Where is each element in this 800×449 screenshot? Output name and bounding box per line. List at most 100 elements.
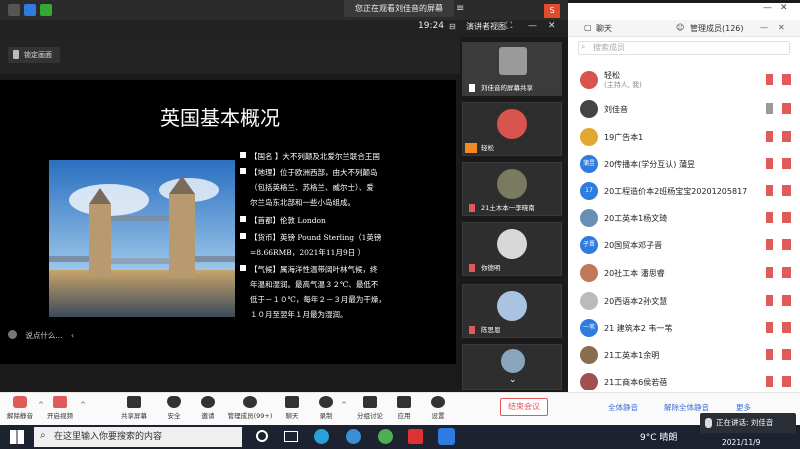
camera-off-icon bbox=[53, 396, 67, 408]
mic-muted-icon[interactable] bbox=[766, 158, 773, 169]
wps-icon[interactable] bbox=[408, 429, 423, 444]
tab-chat[interactable]: 聊天 bbox=[596, 23, 612, 34]
camera-off-icon[interactable] bbox=[782, 158, 791, 169]
member-row[interactable]: 轻松 (主持人, 我) bbox=[568, 68, 800, 92]
mute-all-button[interactable]: 全体静音 bbox=[608, 402, 638, 413]
lock-view-button[interactable]: 锁定画面 bbox=[8, 47, 60, 63]
close-icon[interactable]: ✕ bbox=[780, 3, 788, 13]
edge-icon[interactable] bbox=[314, 429, 329, 444]
camera-off-icon[interactable] bbox=[782, 212, 791, 223]
camera-off-icon[interactable] bbox=[782, 376, 791, 387]
member-row[interactable]: 21工英本1余明 bbox=[568, 343, 800, 367]
weather-widget[interactable]: 9°C 晴朗 bbox=[640, 430, 677, 443]
mic-muted-icon[interactable] bbox=[766, 239, 773, 250]
sogou-icon[interactable]: S bbox=[544, 4, 560, 18]
member-name: 20传播本(学分互认) 蒲昱 bbox=[604, 160, 695, 169]
camera-off-icon[interactable] bbox=[782, 267, 791, 278]
video-thumbnail[interactable]: 轻松 bbox=[462, 102, 562, 156]
mic-muted-icon[interactable] bbox=[766, 74, 773, 85]
mic-muted-icon[interactable] bbox=[766, 185, 773, 196]
slide-bullet-capital: 【首都】伦敦 London bbox=[240, 213, 408, 228]
close-icon[interactable]: ✕ bbox=[548, 21, 556, 31]
shield-icon[interactable] bbox=[24, 4, 36, 16]
unmute-all-button[interactable]: 解除全体静音 bbox=[664, 402, 709, 413]
mic-muted-icon bbox=[469, 264, 475, 272]
close-icon[interactable]: ✕ bbox=[778, 23, 785, 32]
widgets-icon[interactable] bbox=[284, 431, 298, 442]
video-thumbnail[interactable]: ⌄ bbox=[462, 344, 562, 390]
end-meeting-button[interactable]: 结束会议 bbox=[500, 398, 548, 416]
chevron-up-icon[interactable]: ^ bbox=[80, 401, 86, 409]
video-thumbnail[interactable]: 21土木本一李晓南 bbox=[462, 162, 562, 216]
tencent-meeting-icon[interactable] bbox=[438, 428, 455, 445]
tab-members[interactable]: 管理成员(126) bbox=[690, 23, 744, 34]
camera-off-icon[interactable] bbox=[782, 322, 791, 333]
thumbnail-label: 21土木本一李晓南 bbox=[481, 204, 535, 212]
member-search-input[interactable]: 搜索成员 bbox=[578, 41, 790, 55]
browser-icon[interactable] bbox=[346, 429, 361, 444]
camera-off-icon[interactable] bbox=[782, 131, 791, 142]
fullscreen-icon[interactable]: ⛶ bbox=[506, 21, 512, 31]
camera-off-icon[interactable] bbox=[782, 74, 791, 85]
mic-muted-icon[interactable] bbox=[766, 212, 773, 223]
settings-button[interactable]: 设置 bbox=[418, 394, 458, 422]
member-row[interactable]: 刘佳音 bbox=[568, 97, 800, 121]
start-video-button[interactable]: 开启视频 bbox=[40, 394, 80, 422]
member-name: 20社工本 潘思睿 bbox=[604, 269, 665, 278]
mic-muted-icon[interactable] bbox=[766, 376, 773, 387]
minimize-icon[interactable]: — bbox=[763, 3, 772, 13]
chat-quick-input[interactable]: 说点什么... ‹ bbox=[8, 330, 98, 344]
video-thumbnail[interactable]: 你德明 bbox=[462, 222, 562, 276]
emoji-icon[interactable] bbox=[8, 330, 17, 339]
unmute-button[interactable]: 解除静音 bbox=[0, 394, 40, 422]
member-row[interactable]: 21工商本6侯若蓓 bbox=[568, 370, 800, 390]
windows-start-icon[interactable] bbox=[10, 430, 24, 444]
thumbnail-label: 你德明 bbox=[481, 264, 501, 272]
record-button[interactable]: 录制 bbox=[306, 394, 346, 422]
member-name: 20工英本1杨文琦 bbox=[604, 214, 668, 223]
member-row[interactable]: 一苇 21 建筑本2 韦一苇 bbox=[568, 316, 800, 340]
layout-icon[interactable]: ⊟ bbox=[449, 22, 456, 31]
mic-muted-icon[interactable] bbox=[766, 295, 773, 306]
member-row[interactable]: 蒲昱 20传播本(学分互认) 蒲昱 bbox=[568, 152, 800, 176]
member-role: (主持人, 我) bbox=[604, 81, 642, 89]
info-icon[interactable] bbox=[8, 4, 20, 16]
signal-icon bbox=[40, 4, 52, 16]
chevron-left-icon[interactable]: ‹ bbox=[71, 331, 74, 340]
mic-muted-icon[interactable] bbox=[766, 349, 773, 360]
member-row[interactable]: 20社工本 潘思睿 bbox=[568, 261, 800, 285]
mic-icon[interactable] bbox=[766, 103, 773, 114]
task-view-icon[interactable] bbox=[256, 430, 268, 442]
app-icon[interactable] bbox=[378, 429, 393, 444]
record-icon bbox=[319, 396, 333, 408]
gear-icon bbox=[431, 396, 445, 408]
taskbar-date[interactable]: 2021/11/9 bbox=[722, 438, 760, 447]
chat-icon[interactable]: ▢ bbox=[584, 23, 592, 32]
camera-off-icon[interactable] bbox=[782, 295, 791, 306]
member-row[interactable]: 19广告本1 bbox=[568, 125, 800, 149]
camera-off-icon[interactable] bbox=[782, 349, 791, 360]
member-row[interactable]: 20西语本2孙文慧 bbox=[568, 289, 800, 313]
mic-muted-icon[interactable] bbox=[766, 322, 773, 333]
chevron-up-icon[interactable]: ^ bbox=[341, 401, 347, 409]
minimize-icon[interactable]: — bbox=[760, 23, 768, 32]
member-row[interactable]: 20工英本1杨文琦 bbox=[568, 206, 800, 230]
mic-muted-icon[interactable] bbox=[766, 267, 773, 278]
menu-icon[interactable]: ≡ bbox=[456, 3, 464, 14]
share-screen-button[interactable]: 共享屏幕 bbox=[114, 394, 154, 422]
member-row[interactable]: 子晋 20国贸本邓子晋 bbox=[568, 233, 800, 257]
video-thumbnail[interactable]: 陈思恩 bbox=[462, 284, 562, 338]
view-mode-selector[interactable]: 演讲者视图 bbox=[466, 21, 506, 32]
minimize-icon[interactable]: — bbox=[528, 21, 537, 31]
camera-off-icon[interactable] bbox=[782, 185, 791, 196]
taskbar-search-input[interactable]: 在这里输入你要搜索的内容 bbox=[34, 427, 242, 447]
video-thumbnail[interactable]: 刘佳音的屏幕共享 bbox=[462, 42, 562, 96]
manage-members-button[interactable]: 管理成员(99+) bbox=[222, 394, 278, 422]
lock-view-label: 锁定画面 bbox=[24, 51, 52, 59]
camera-off-icon[interactable] bbox=[782, 239, 791, 250]
member-row[interactable]: 17 20工程造价本2班杨宝宝20201205817 bbox=[568, 179, 800, 203]
mic-muted-icon[interactable] bbox=[766, 131, 773, 142]
more-button[interactable]: 更多 bbox=[736, 402, 751, 413]
chevron-down-icon[interactable]: ⌄ bbox=[509, 375, 517, 385]
camera-off-icon[interactable] bbox=[782, 103, 791, 114]
